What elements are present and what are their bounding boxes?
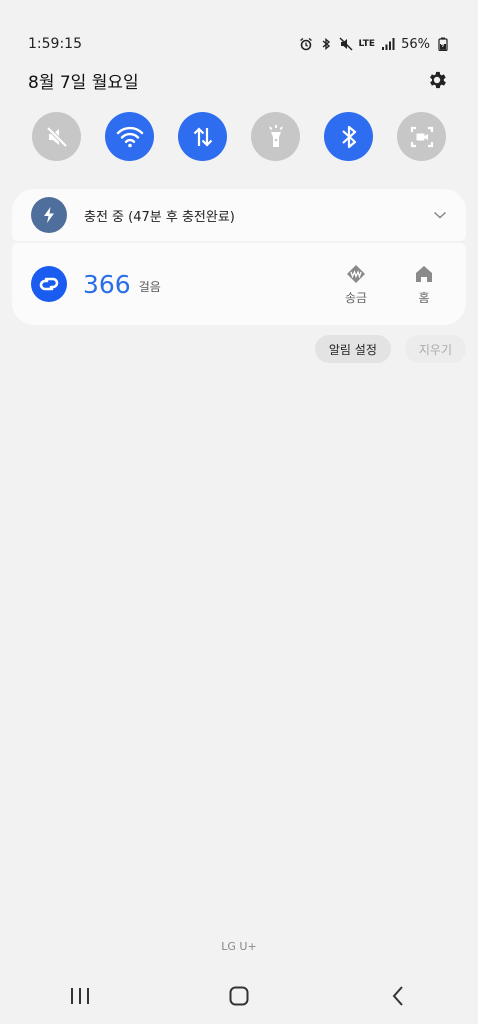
date-label: 8월 7일 월요일 [28,72,139,93]
qs-flashlight-toggle[interactable] [251,112,300,161]
home-button[interactable]: 홈 [410,263,438,306]
flashlight-icon [268,124,283,147]
battery-icon [436,37,450,51]
steps-notification[interactable]: 366 걸음 송금 홈 [12,243,466,325]
back-icon [392,986,404,1006]
alarm-icon [299,37,313,51]
status-icons: LTE 56% [299,37,450,52]
charging-text: 충전 중 (47분 후 충전완료) [84,209,235,225]
home-label: 홈 [418,290,430,305]
navigation-bar [0,980,478,1012]
qs-sound-toggle[interactable] [32,112,81,161]
lightning-icon [44,207,54,223]
wifi-icon [116,126,143,147]
expand-button[interactable] [432,207,448,223]
bluetooth-icon [341,125,356,148]
mute-status-icon [339,37,353,51]
qs-wifi-toggle[interactable] [105,112,154,161]
mute-icon [46,126,67,147]
battery-percent: 56% [401,36,430,52]
carrier-label: LG U+ [221,940,257,953]
data-arrows-icon [193,126,212,147]
home-icon [413,263,435,285]
send-money-button[interactable]: 송금 [342,263,370,306]
back-button[interactable] [378,980,418,1012]
send-money-label: 송금 [344,290,368,305]
home-nav-button[interactable] [219,980,259,1012]
home-nav-icon [229,986,249,1006]
charging-notification[interactable]: 충전 중 (47분 후 충전완료) [12,189,466,241]
qs-screen-recorder-toggle[interactable] [397,112,446,161]
steps-count: 366 [83,269,131,299]
screen-record-icon [410,126,433,147]
won-icon [345,263,367,285]
notification-settings-button[interactable]: 알림 설정 [314,335,391,363]
recents-icon [70,988,89,1004]
gear-icon [430,71,446,89]
lte-indicator: LTE [358,38,376,49]
notification-buttons: 알림 설정 지우기 [314,335,466,363]
status-time: 1:59:15 [28,36,82,52]
status-bar: 1:59:15 LTE 56% [28,34,450,54]
pay-app-icon [31,266,67,302]
recent-apps-button[interactable] [60,980,100,1012]
bluetooth-status-icon [319,37,333,51]
clear-notifications-button[interactable]: 지우기 [404,335,466,363]
settings-button[interactable] [424,67,450,93]
steps-unit: 걸음 [138,279,161,294]
quick-settings-row [32,112,446,162]
chevron-down-icon [433,211,447,219]
qs-bluetooth-toggle[interactable] [324,112,373,161]
header-row: 8월 7일 월요일 [28,66,450,94]
pay-logo-icon [39,277,59,291]
steps-actions: 송금 홈 [342,263,438,306]
qs-mobile-data-toggle[interactable] [178,112,227,161]
charging-app-icon [31,197,67,233]
signal-icon [381,37,395,51]
